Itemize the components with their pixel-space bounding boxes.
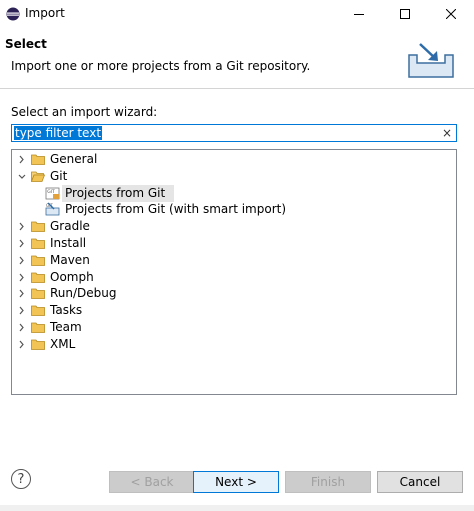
tree-item-label: Projects from Git (with smart import)	[65, 202, 287, 217]
chevron-right-icon[interactable]	[17, 319, 27, 336]
wizard-header: Select Import one or more projects from …	[0, 28, 474, 88]
window-bottom-edge	[0, 505, 474, 511]
tree-item-label: XML	[50, 336, 76, 351]
page-title: Select	[5, 37, 47, 51]
chevron-right-icon[interactable]	[17, 285, 27, 302]
tree-item[interactable]: Gradle	[12, 218, 452, 235]
window-title: Import	[25, 6, 65, 20]
tree-item[interactable]: Oomph	[12, 269, 452, 286]
chevron-down-icon[interactable]	[17, 168, 27, 185]
folder-icon	[31, 272, 45, 283]
tree-item-label: Team	[50, 320, 82, 334]
chevron-right-icon[interactable]	[17, 302, 27, 319]
help-icon[interactable]: ?	[11, 469, 31, 489]
tree-item[interactable]: Team	[12, 319, 452, 336]
minimize-button[interactable]	[336, 0, 382, 28]
tree-item[interactable]: GIT Projects from Git	[12, 184, 452, 202]
folder-icon	[31, 221, 45, 233]
eclipse-icon	[6, 7, 20, 21]
close-button[interactable]	[428, 0, 474, 28]
import-wizard-icon	[408, 43, 454, 78]
chevron-right-icon[interactable]	[17, 235, 27, 252]
tree-item[interactable]: Install	[12, 235, 452, 252]
next-button[interactable]: Next >	[193, 471, 279, 493]
title-bar: Import	[0, 0, 474, 28]
git-icon: GIT	[45, 187, 60, 199]
smart-import-icon: GIT	[45, 202, 60, 216]
tree-item[interactable]: Run/Debug	[12, 285, 452, 302]
chevron-right-icon[interactable]	[17, 151, 27, 168]
tree-item-label: General	[50, 152, 98, 166]
tree-item[interactable]: XML	[12, 336, 452, 353]
maximize-icon	[400, 9, 410, 19]
folder-icon	[31, 322, 45, 333]
maximize-button[interactable]	[382, 0, 428, 28]
back-button[interactable]: < Back	[109, 471, 195, 493]
folder-icon	[31, 255, 45, 266]
tree-item-label: Tasks	[50, 303, 83, 318]
finish-button[interactable]: Finish	[285, 471, 371, 493]
header-divider	[0, 88, 474, 89]
chevron-right-icon[interactable]	[17, 269, 27, 286]
tree-item[interactable]: Maven	[12, 252, 452, 269]
minimize-icon	[354, 14, 364, 15]
clear-filter-icon[interactable]: ×	[442, 125, 452, 141]
tree-item[interactable]: Tasks	[12, 302, 452, 319]
wizard-label: Select an import wizard:	[11, 105, 158, 119]
tree-item-label: Oomph	[50, 269, 94, 284]
tree-item-label: Run/Debug	[50, 286, 117, 301]
filter-text[interactable]: type filter text	[14, 126, 103, 140]
folder-icon	[31, 305, 45, 317]
tree-item-label: Install	[50, 236, 87, 250]
tree-item-label: Git	[50, 168, 68, 183]
chevron-right-icon[interactable]	[17, 252, 27, 269]
chevron-right-icon[interactable]	[17, 218, 27, 235]
tree-item-label: Gradle	[50, 219, 90, 234]
chevron-right-icon[interactable]	[17, 336, 27, 353]
wizard-tree[interactable]: General Git GIT Projects from Git GIT Project…	[11, 149, 457, 395]
filter-input[interactable]: type filter text ×	[11, 124, 457, 142]
tree-item[interactable]: General	[12, 151, 452, 168]
folder-icon	[31, 339, 45, 350]
tree-item-label: Maven	[50, 252, 90, 267]
folder-icon	[31, 238, 45, 249]
folder-icon	[31, 171, 45, 182]
svg-text:GIT: GIT	[46, 203, 53, 208]
tree-item-label: Projects from Git	[65, 185, 166, 200]
tree-item[interactable]: GIT Projects from Git (with smart import)	[12, 201, 452, 218]
page-description: Import one or more projects from a Git r…	[11, 59, 311, 73]
folder-icon	[31, 154, 45, 165]
cancel-button[interactable]: Cancel	[377, 471, 463, 493]
close-icon	[446, 9, 456, 19]
tree-item[interactable]: Git	[12, 168, 452, 185]
folder-icon	[31, 288, 45, 300]
